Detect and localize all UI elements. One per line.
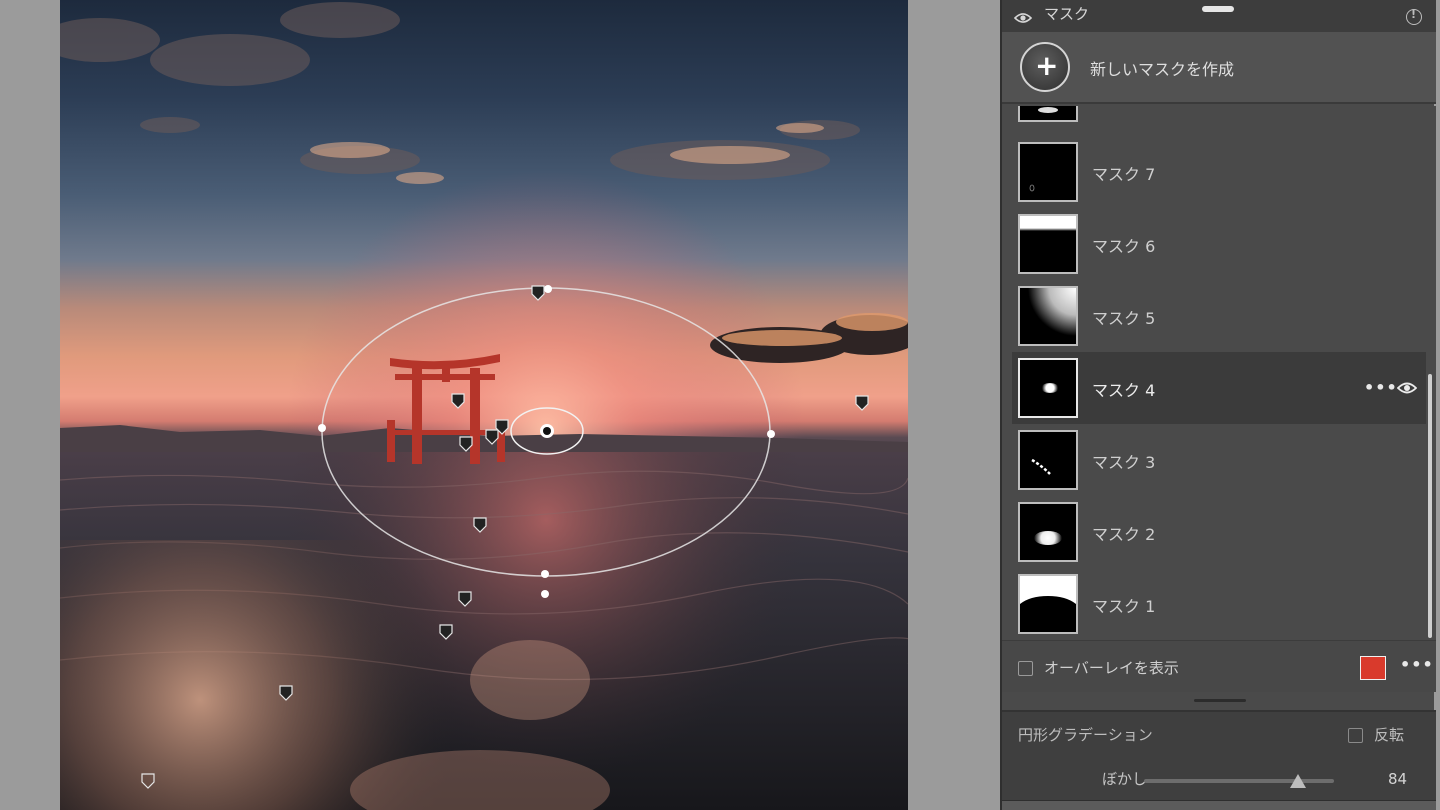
mask-handle-left[interactable]	[318, 424, 326, 432]
mask-thumbnail	[1018, 358, 1078, 418]
photo-canvas[interactable]	[60, 0, 908, 810]
mask-name: マスク 5	[1092, 309, 1156, 328]
mask-name: マスク 7	[1092, 165, 1156, 184]
mask-name: マスク 3	[1092, 453, 1156, 472]
mask-item-5[interactable]: マスク 5	[1012, 280, 1426, 352]
mask-item-8[interactable]	[1012, 106, 1426, 128]
overlay-color-swatch[interactable]	[1360, 656, 1386, 680]
mask-item-1[interactable]: マスク 1	[1012, 568, 1426, 640]
show-overlay-checkbox[interactable]	[1018, 661, 1033, 676]
overlay-options-button[interactable]: •••	[1400, 655, 1434, 674]
mask-thumbnail	[1018, 430, 1078, 490]
add-mask-button[interactable]	[1020, 42, 1070, 92]
mask-handle-top[interactable]	[544, 285, 552, 293]
section-resize-handle[interactable]	[1194, 699, 1246, 702]
invert-checkbox[interactable]	[1348, 728, 1363, 743]
mask-handle-right[interactable]	[767, 430, 775, 438]
feather-value[interactable]: 84	[1388, 770, 1407, 788]
mask-panel: マスク 新しいマスクを作成 マスク 7	[1000, 0, 1436, 810]
mask-handle-bottom[interactable]	[541, 570, 549, 578]
radial-gradient-section: 円形グラデーション 反転 ぼかし 84	[1002, 710, 1436, 810]
mask-name: マスク 6	[1092, 237, 1156, 256]
info-icon[interactable]	[1406, 8, 1422, 25]
mask-list-scrollbar[interactable]	[1428, 374, 1432, 638]
mask-thumbnail	[1018, 286, 1078, 346]
eye-icon[interactable]	[1013, 9, 1033, 28]
feather-label: ぼかし	[1102, 770, 1148, 788]
mask-name: マスク 4	[1092, 381, 1156, 400]
overlay-row: オーバーレイを表示 •••	[1002, 640, 1436, 692]
mask-name: マスク 1	[1092, 597, 1156, 616]
panel-title: マスク	[1044, 5, 1090, 23]
eye-icon[interactable]	[1396, 380, 1418, 399]
invert-label[interactable]: 反転	[1374, 724, 1404, 745]
new-mask-row[interactable]: 新しいマスクを作成	[1002, 32, 1436, 104]
mask-item-3[interactable]: マスク 3	[1012, 424, 1426, 496]
lightroom-mask-workspace: マスク 新しいマスクを作成 マスク 7	[0, 0, 1440, 810]
mask-list: マスク 7 マスク 6 マスク 5 マスク 4 ••• マスク 3 マスク 2 …	[1002, 106, 1436, 640]
feather-slider-knob[interactable]	[1289, 774, 1306, 788]
mask-item-6[interactable]: マスク 6	[1012, 208, 1426, 280]
mask-thumbnail	[1018, 574, 1078, 634]
panel-header: マスク	[1002, 0, 1436, 32]
mask-item-7[interactable]: マスク 7	[1012, 136, 1426, 208]
mask-options-button[interactable]: •••	[1364, 378, 1398, 397]
panel-drag-handle[interactable]	[1202, 6, 1234, 12]
mask-thumbnail	[1018, 142, 1078, 202]
new-mask-label[interactable]: 新しいマスクを作成	[1090, 56, 1234, 80]
panel-bottom-bar	[1002, 800, 1436, 810]
show-overlay-label[interactable]: オーバーレイを表示	[1044, 657, 1179, 678]
mask-thumbnail	[1018, 502, 1078, 562]
radial-gradient-title: 円形グラデーション	[1018, 726, 1153, 744]
mask-name: マスク 2	[1092, 525, 1156, 544]
mask-feather-handle[interactable]	[541, 590, 549, 598]
mask-item-4[interactable]: マスク 4 •••	[1012, 352, 1426, 424]
photo-scene	[60, 0, 908, 810]
mask-item-2[interactable]: マスク 2	[1012, 496, 1426, 568]
mask-thumbnail	[1018, 214, 1078, 274]
mask-thumbnail	[1018, 106, 1078, 122]
